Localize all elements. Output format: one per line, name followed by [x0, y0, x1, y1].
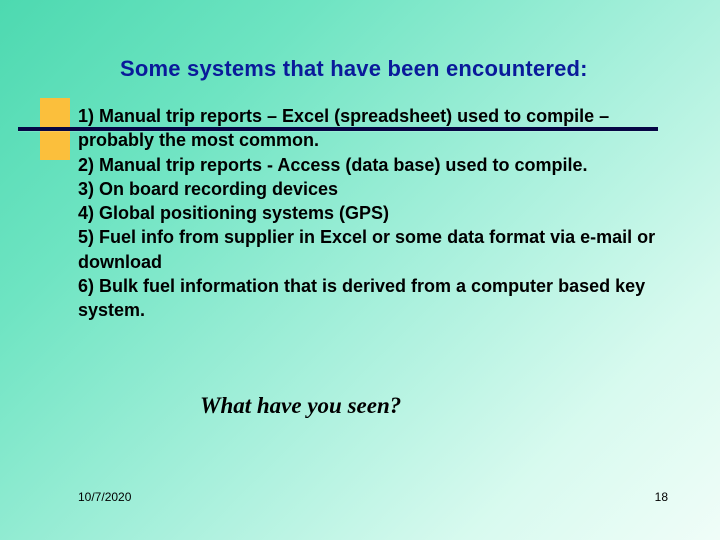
list-item: 3) On board recording devices [78, 177, 678, 201]
closing-question: What have you seen? [200, 393, 401, 419]
footer-date: 10/7/2020 [78, 490, 131, 504]
slide-title: Some systems that have been encountered: [120, 56, 660, 82]
list-item: 2) Manual trip reports - Access (data ba… [78, 153, 678, 177]
footer-page-number: 18 [655, 490, 668, 504]
list-item: 1) Manual trip reports – Excel (spreadsh… [78, 104, 678, 153]
body-list: 1) Manual trip reports – Excel (spreadsh… [78, 104, 678, 323]
list-item: 5) Fuel info from supplier in Excel or s… [78, 225, 678, 274]
list-item: 4) Global positioning systems (GPS) [78, 201, 678, 225]
list-item: 6) Bulk fuel information that is derived… [78, 274, 678, 323]
